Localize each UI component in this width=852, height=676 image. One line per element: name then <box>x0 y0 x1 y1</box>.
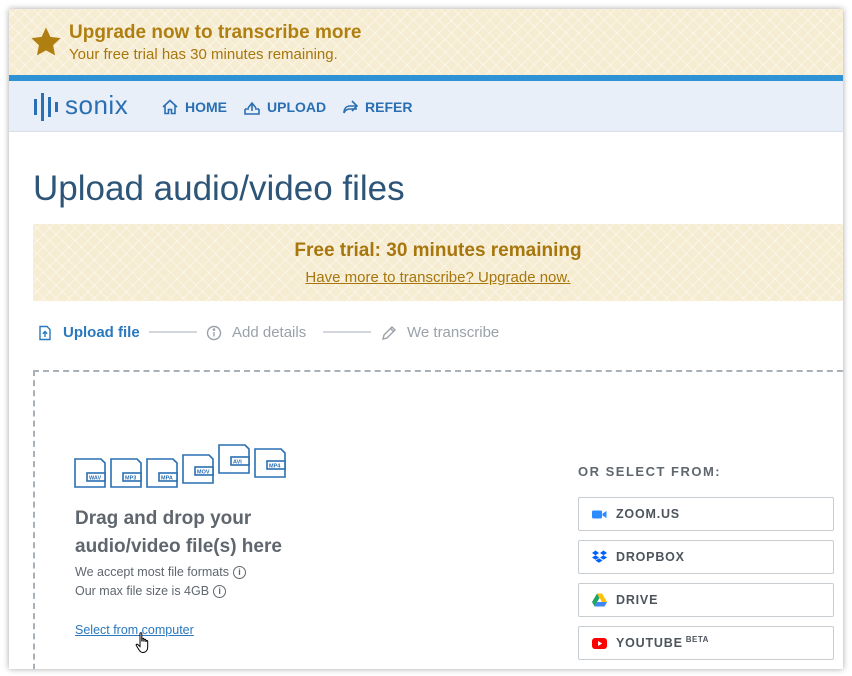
trial-title: Free trial: 30 minutes remaining <box>294 240 582 261</box>
upgrade-banner[interactable]: Upgrade now to transcribe more Your free… <box>9 9 843 75</box>
mp3-file-icon <box>110 458 142 488</box>
nav-home-label: HOME <box>185 99 227 115</box>
youtube-text: YOUTUBE <box>616 636 683 651</box>
info-icon[interactable]: i <box>213 584 227 598</box>
upload-file-icon <box>39 325 51 340</box>
hand-cursor-icon <box>135 632 149 653</box>
formats-info: We accept most file formats i <box>75 565 246 579</box>
wav-label: WAV <box>89 476 101 482</box>
info-icon <box>206 325 222 340</box>
nav-home[interactable]: HOME <box>161 98 227 116</box>
app-window: Upgrade now to transcribe more Your free… <box>9 9 843 669</box>
step-we-transcribe-label: We transcribe <box>407 324 500 341</box>
nav-refer-label: REFER <box>365 99 413 115</box>
step-upload-file-label: Upload file <box>63 324 140 341</box>
upload-icon <box>244 101 260 115</box>
wav-file-icon <box>74 458 106 488</box>
step-connector <box>323 331 371 333</box>
avi-label: AVI <box>233 460 242 466</box>
mp4-label: MP4 <box>269 464 281 470</box>
mp3-label: MP3 <box>125 476 136 482</box>
mpa-file-icon <box>146 458 178 488</box>
nav-refer[interactable]: REFER <box>341 98 412 116</box>
trial-notice: Free trial: 30 minutes remaining Have mo… <box>33 224 843 301</box>
star-icon <box>31 27 61 56</box>
drive-button[interactable]: DRIVE <box>578 583 834 617</box>
dropbox-label: DROPBOX <box>616 550 685 564</box>
dropzone-title: Drag and drop your audio/video file(s) h… <box>75 508 282 557</box>
or-select-from-heading: OR SELECT FROM: <box>578 464 722 479</box>
banner-subtitle: Your free trial has 30 minutes remaining… <box>69 46 338 63</box>
mpa-label: MPA <box>161 476 173 482</box>
dropbox-button[interactable]: DROPBOX <box>578 540 834 574</box>
sonix-logo-icon[interactable] <box>33 93 59 121</box>
home-icon <box>162 99 178 115</box>
drive-label: DRIVE <box>616 593 659 607</box>
nav-upload-label: UPLOAD <box>267 99 327 115</box>
share-icon <box>343 100 359 114</box>
info-icon[interactable]: i <box>233 565 246 579</box>
page-title: Upload audio/video files <box>33 169 405 208</box>
mov-label: MOV <box>197 470 210 476</box>
youtube-button[interactable]: YOUTUBE BETA <box>578 626 834 660</box>
beta-badge: BETA <box>685 635 709 645</box>
upgrade-link[interactable]: Have more to transcribe? Upgrade now. <box>33 269 843 286</box>
zoom-icon <box>592 510 607 518</box>
dropbox-icon <box>592 550 607 563</box>
zoom-label: ZOOM.US <box>616 507 680 521</box>
google-drive-icon <box>592 593 607 606</box>
step-we-transcribe: We transcribe <box>381 324 499 341</box>
pencil-icon <box>382 325 396 340</box>
step-upload-file: Upload file <box>37 324 140 341</box>
step-connector <box>149 331 197 333</box>
file-format-icons: WAV MP3 MPA MOV AVI MP4 <box>74 444 286 488</box>
banner-title: Upgrade now to transcribe more <box>69 22 362 43</box>
size-info: Our max file size is 4GB i <box>75 584 227 598</box>
size-text: Our max file size is 4GB <box>75 584 210 598</box>
youtube-icon <box>592 637 607 649</box>
zoom-button[interactable]: ZOOM.US <box>578 497 834 531</box>
nav-upload[interactable]: UPLOAD <box>243 98 326 116</box>
top-nav: sonix HOME UPLOAD REFER <box>9 81 843 132</box>
step-add-details: Add details <box>206 324 306 341</box>
logo-text[interactable]: sonix <box>65 90 128 121</box>
formats-text: We accept most file formats <box>75 565 229 579</box>
step-add-details-label: Add details <box>232 324 307 341</box>
youtube-label: YOUTUBE BETA <box>616 635 709 650</box>
